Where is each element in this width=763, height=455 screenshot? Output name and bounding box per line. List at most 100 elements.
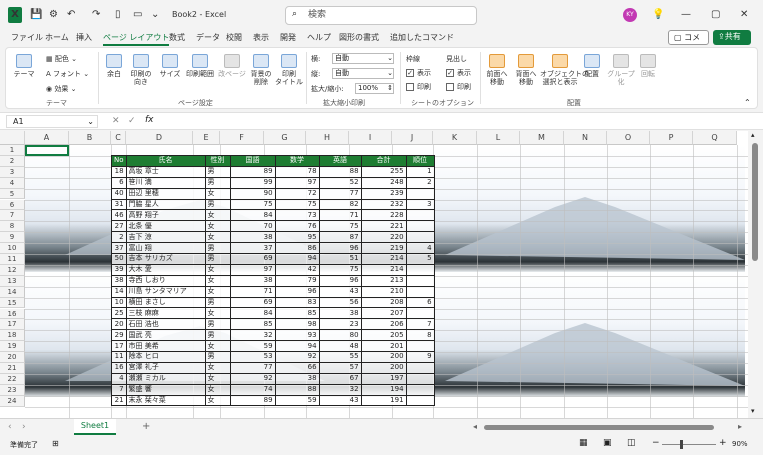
- zoom-slider-thumb[interactable]: [680, 440, 683, 449]
- column-header[interactable]: P: [650, 131, 693, 145]
- table-cell[interactable]: 221: [360, 220, 407, 233]
- table-cell[interactable]: 男: [204, 253, 231, 265]
- breaks-button[interactable]: 改ページ: [217, 54, 247, 78]
- table-cell[interactable]: [405, 220, 435, 233]
- table-cell[interactable]: 220: [360, 231, 407, 244]
- table-cell[interactable]: 69: [229, 296, 276, 309]
- row-header[interactable]: 24: [0, 395, 25, 407]
- table-cell[interactable]: 73: [274, 209, 320, 222]
- tab-insert[interactable]: 挿入: [76, 32, 92, 43]
- worksheet-grid[interactable]: ABCDEFGHIJKLMNOPQ 1 2 3 4 5 6 7 8 9 10 11 12 13 14 15 1…: [0, 131, 748, 418]
- table-cell[interactable]: 84: [229, 307, 276, 320]
- table-cell[interactable]: 男: [204, 351, 231, 363]
- column-header[interactable]: D: [126, 131, 193, 145]
- table-cell[interactable]: 男: [204, 176, 231, 189]
- table-cell[interactable]: 38: [318, 307, 362, 320]
- row-header[interactable]: 6: [0, 199, 25, 211]
- table-cell[interactable]: 228: [360, 209, 407, 222]
- row-header[interactable]: 5: [0, 188, 25, 200]
- table-cell[interactable]: 201: [360, 340, 407, 353]
- table-cell[interactable]: 16: [111, 361, 127, 374]
- align-button[interactable]: 配置: [582, 54, 602, 78]
- table-cell[interactable]: 72: [274, 187, 320, 200]
- table-cell[interactable]: 59: [229, 340, 276, 353]
- table-cell[interactable]: 93: [274, 329, 320, 342]
- table-cell[interactable]: 石田 浩也: [125, 318, 206, 331]
- row-header[interactable]: 15: [0, 297, 25, 309]
- table-cell[interactable]: 高野 翔子: [125, 209, 206, 222]
- table-cell[interactable]: 232: [360, 198, 407, 211]
- table-cell[interactable]: 21: [111, 394, 127, 407]
- table-cell[interactable]: 97: [274, 176, 320, 189]
- table-cell[interactable]: 40: [111, 187, 127, 200]
- table-cell[interactable]: [405, 209, 435, 222]
- comment-button[interactable]: ▢ コメント: [668, 30, 709, 55]
- table-cell[interactable]: 吉下 涼: [125, 231, 206, 244]
- print-area-button[interactable]: 印刷範囲: [184, 54, 216, 78]
- table-cell[interactable]: 99: [229, 176, 276, 189]
- table-cell[interactable]: 52: [318, 176, 362, 189]
- headings-view-checkbox[interactable]: ✓ 表示: [446, 68, 471, 78]
- table-cell[interactable]: 74: [229, 383, 276, 396]
- table-cell[interactable]: 宮澤 礼子: [125, 361, 206, 374]
- cancel-icon[interactable]: ✕: [112, 116, 120, 126]
- column-header[interactable]: Q: [693, 131, 737, 145]
- row-header[interactable]: 21: [0, 363, 25, 374]
- table-cell[interactable]: 女: [204, 372, 231, 385]
- table-cell[interactable]: 43: [318, 285, 362, 298]
- table-cell[interactable]: 国武 亮: [125, 329, 206, 342]
- table-cell[interactable]: 11: [111, 351, 127, 363]
- table-cell[interactable]: 75: [318, 263, 362, 276]
- table-cell[interactable]: 38: [274, 372, 320, 385]
- table-cell[interactable]: 76: [274, 220, 320, 233]
- table-cell[interactable]: 43: [318, 394, 362, 407]
- table-cell[interactable]: 北条 優: [125, 220, 206, 233]
- table-cell[interactable]: 男: [204, 318, 231, 331]
- row-header[interactable]: 16: [0, 308, 25, 320]
- table-cell[interactable]: 94: [274, 253, 320, 265]
- table-cell[interactable]: 10: [111, 296, 127, 309]
- normal-view-icon[interactable]: ▦: [579, 438, 588, 448]
- column-header[interactable]: F: [220, 131, 264, 145]
- tab-page-layout[interactable]: ページ レイアウト: [103, 32, 170, 46]
- bring-forward-button[interactable]: 前面へ 移動: [484, 54, 510, 86]
- table-cell[interactable]: 32: [318, 383, 362, 396]
- page-break-view-icon[interactable]: ◫: [627, 438, 636, 448]
- table-cell[interactable]: 女: [204, 209, 231, 222]
- row-header[interactable]: 23: [0, 384, 25, 396]
- zoom-level[interactable]: 90%: [732, 440, 748, 448]
- table-cell[interactable]: 6: [405, 296, 435, 309]
- background-button[interactable]: 背景の 削除: [248, 54, 274, 86]
- tab-home[interactable]: ホーム: [45, 32, 69, 43]
- autosave-icon[interactable]: ⚙: [49, 7, 58, 23]
- row-header[interactable]: 22: [0, 373, 25, 385]
- table-cell[interactable]: 29: [111, 329, 127, 342]
- table-cell[interactable]: 200: [360, 361, 407, 374]
- table-cell[interactable]: 38: [229, 231, 276, 244]
- table-cell[interactable]: 市田 美希: [125, 340, 206, 353]
- table-cell[interactable]: 77: [229, 361, 276, 374]
- column-header[interactable]: E: [193, 131, 220, 145]
- table-cell[interactable]: 女: [204, 187, 231, 200]
- table-cell[interactable]: 85: [229, 318, 276, 331]
- table-cell[interactable]: 46: [111, 209, 127, 222]
- tab-help[interactable]: ヘルプ: [307, 32, 331, 43]
- table-cell[interactable]: 女: [204, 274, 231, 287]
- name-box[interactable]: A1 ⌄: [6, 115, 98, 128]
- table-cell[interactable]: 大木 愛: [125, 263, 206, 276]
- table-cell[interactable]: 55: [318, 351, 362, 363]
- maximize-icon[interactable]: ▢: [711, 7, 720, 23]
- redo-icon[interactable]: ↷: [92, 7, 100, 23]
- table-cell[interactable]: [405, 187, 435, 200]
- tab-formulas[interactable]: 数式: [169, 32, 185, 43]
- row-header[interactable]: 7: [0, 210, 25, 222]
- table-cell[interactable]: [405, 372, 435, 385]
- scale-input[interactable]: 100% ⇕: [355, 83, 394, 94]
- table-cell[interactable]: 瀬瀬 ミカル: [125, 372, 206, 385]
- table-cell[interactable]: 31: [111, 198, 127, 211]
- share-button[interactable]: ⇪共有 ⌄: [713, 30, 751, 54]
- customize-qat-icon[interactable]: ⌄: [151, 7, 159, 23]
- table-cell[interactable]: 女: [204, 383, 231, 396]
- table-cell[interactable]: 255: [360, 165, 407, 178]
- table-cell[interactable]: [405, 383, 435, 396]
